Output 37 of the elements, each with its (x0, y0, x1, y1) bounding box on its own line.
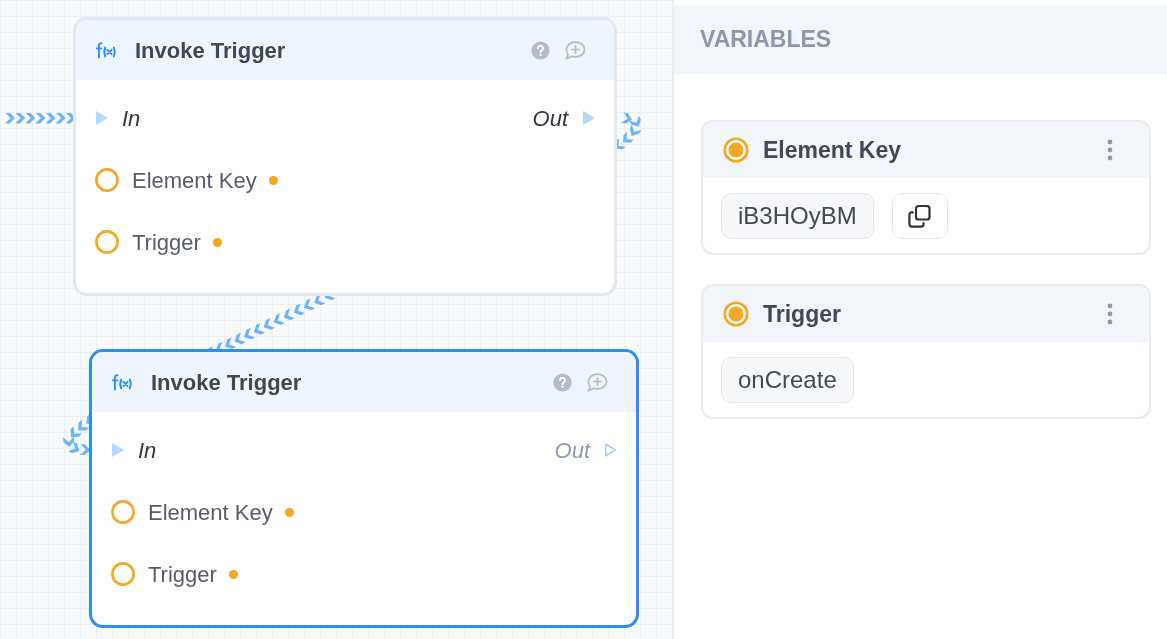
function-icon (95, 40, 116, 60)
variable-icon (723, 301, 749, 327)
variable-value: iB3HOyBM (721, 193, 874, 239)
node-title: Invoke Trigger (151, 368, 302, 397)
add-comment-icon[interactable] (564, 40, 586, 60)
more-options-icon[interactable] (1107, 139, 1113, 161)
help-icon[interactable] (553, 372, 572, 392)
pin-label: Out (532, 104, 568, 133)
pin-label: Element Key (132, 166, 257, 195)
data-pin-icon[interactable] (95, 168, 119, 192)
copy-icon (907, 203, 933, 229)
variable-value: onCreate (721, 357, 854, 403)
more-options-icon[interactable] (1107, 303, 1113, 325)
variable-icon (723, 137, 749, 163)
exec-pin-icon[interactable] (95, 110, 108, 126)
pin-label: In (138, 436, 157, 465)
variable-name: Trigger (763, 299, 841, 329)
pin-label: Element Key (148, 498, 273, 527)
pin-label: Trigger (148, 560, 217, 589)
data-pin-icon[interactable] (111, 562, 135, 586)
add-comment-icon[interactable] (586, 372, 608, 392)
variable-name: Element Key (763, 135, 902, 165)
help-icon[interactable] (531, 40, 550, 60)
data-pin-icon[interactable] (95, 230, 119, 254)
function-icon (111, 372, 132, 392)
pin-label: In (122, 104, 141, 133)
panel-title: VARIABLES (700, 25, 832, 55)
function-node[interactable]: Invoke Trigger In Out Element Key Trigger (73, 17, 617, 296)
function-node[interactable]: Invoke Trigger In Out Element Key Trigger (89, 349, 639, 628)
data-pin-icon[interactable] (111, 500, 135, 524)
pin-label: Out (554, 436, 590, 465)
exec-pin-icon[interactable] (604, 442, 617, 458)
exec-pin-icon[interactable] (111, 442, 124, 458)
node-title: Invoke Trigger (135, 36, 286, 65)
copy-button[interactable] (891, 193, 948, 239)
pin-label: Trigger (132, 228, 201, 257)
exec-pin-icon[interactable] (582, 110, 595, 126)
